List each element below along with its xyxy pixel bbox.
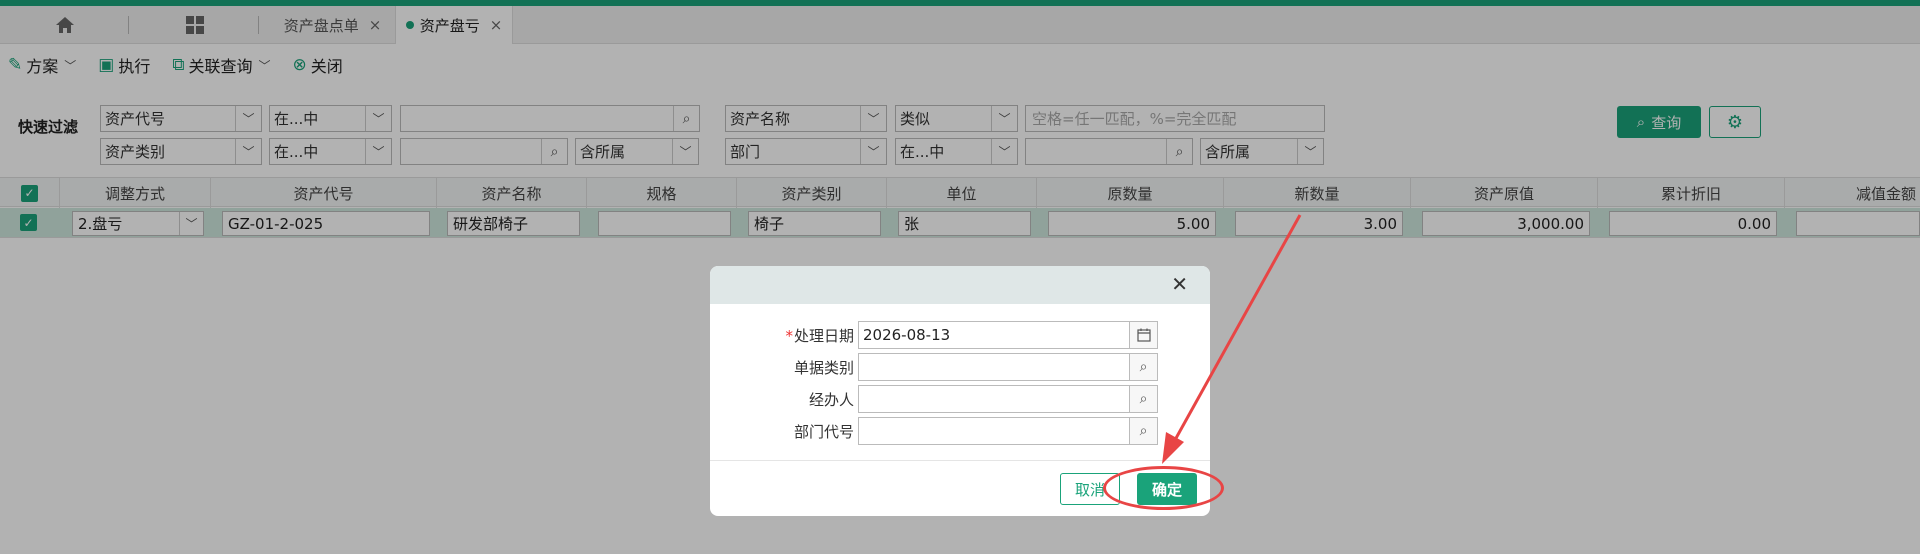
- annotation-arrow: [1162, 214, 1302, 464]
